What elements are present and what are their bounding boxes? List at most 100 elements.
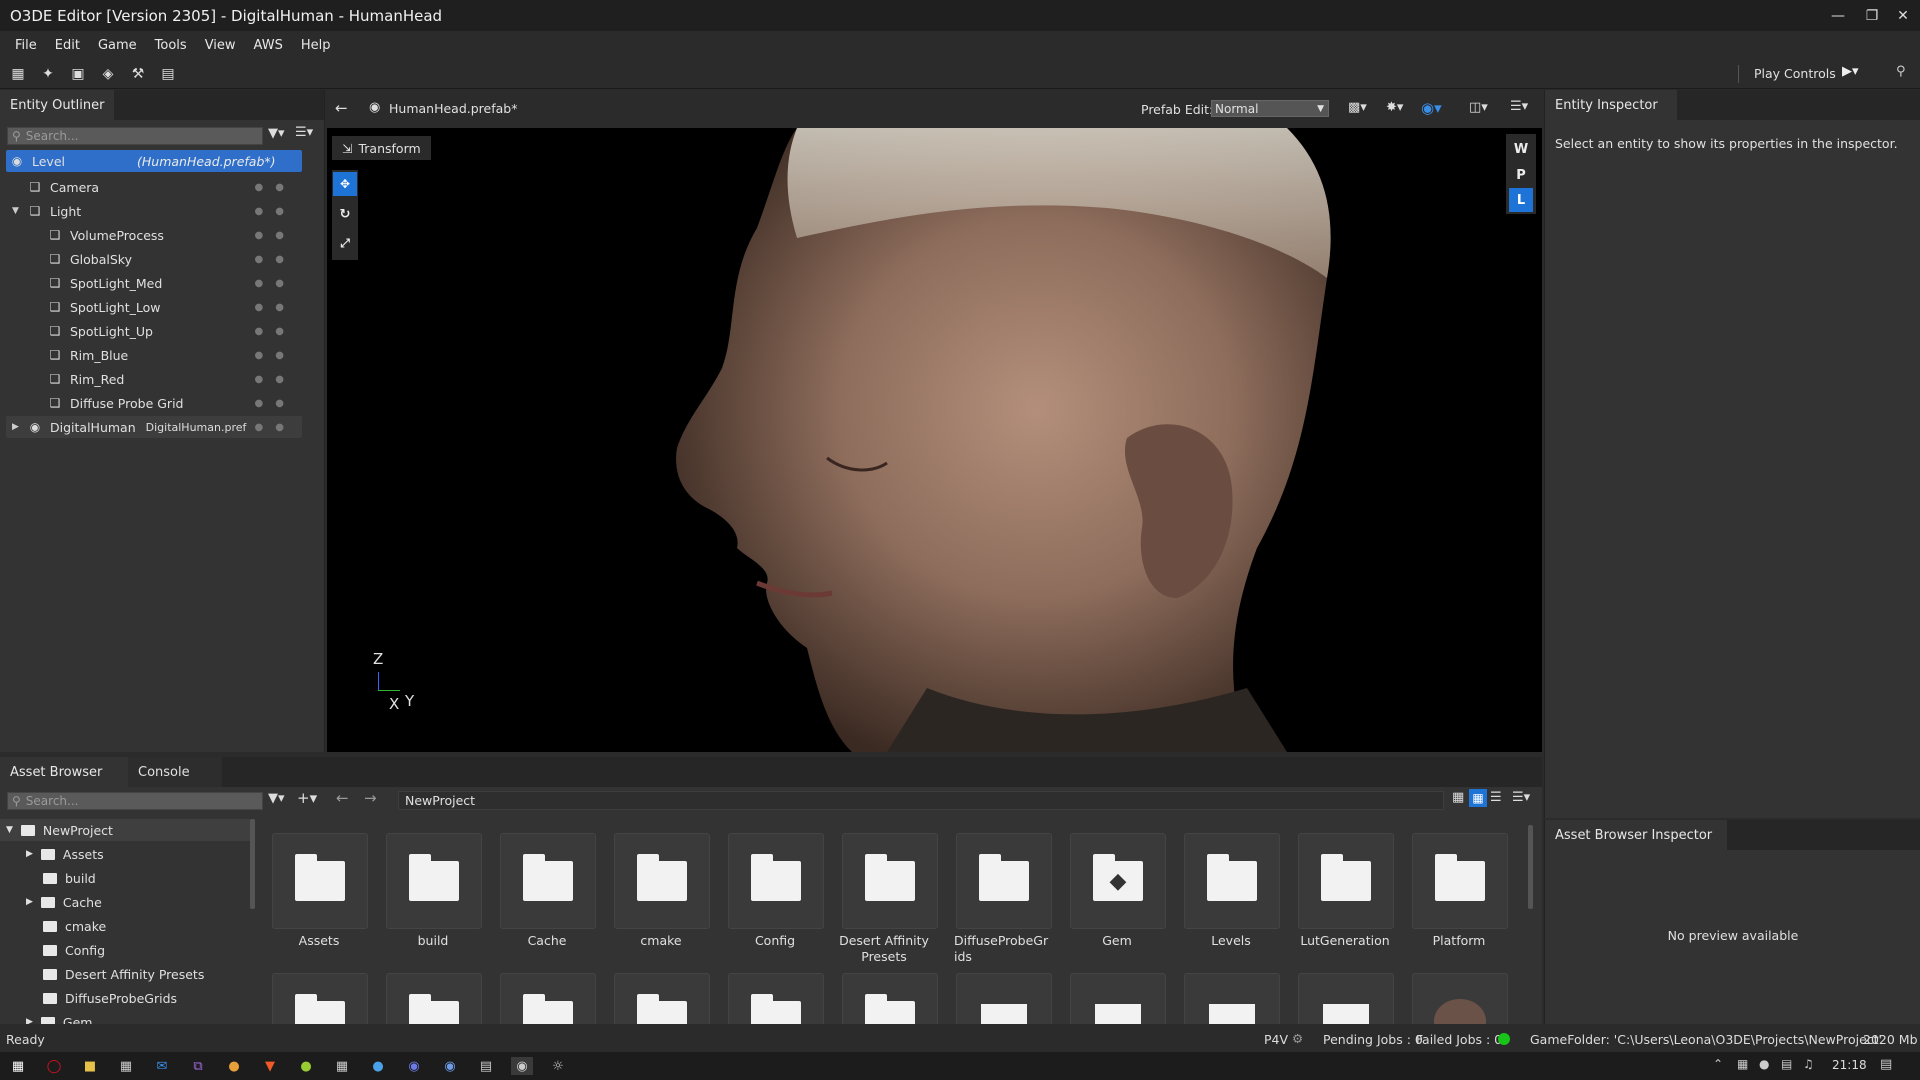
tile-build[interactable] (386, 833, 482, 929)
filter-icon[interactable]: ▼▾ (268, 791, 285, 806)
tile-cmake[interactable] (614, 833, 710, 929)
menu-help[interactable]: Help (292, 38, 340, 53)
visibility-lock-icon[interactable]: ●● (255, 230, 296, 241)
asset-tile[interactable] (272, 973, 368, 1024)
tiles-scrollbar[interactable] (1528, 825, 1533, 909)
close-icon[interactable]: ✕ (1886, 0, 1920, 31)
expand-arrow-icon[interactable]: ▶ (26, 897, 33, 907)
prefab-edit-select[interactable]: Normal ▼ (1211, 100, 1329, 117)
prefab-breadcrumb[interactable]: HumanHead.prefab* (389, 101, 517, 116)
visibility-lock-icon[interactable]: ●● (255, 350, 296, 361)
app-icon[interactable]: ◉ (439, 1057, 461, 1075)
visibility-lock-icon[interactable]: ●● (255, 254, 296, 265)
menu-view[interactable]: View (196, 38, 245, 53)
parent-space-button[interactable]: P (1509, 163, 1533, 187)
brave-icon[interactable]: ▼ (259, 1057, 281, 1075)
play-icon[interactable]: ▶▾ (1842, 64, 1859, 79)
outliner-search-input[interactable]: ⚲ Search... (7, 127, 263, 145)
outliner-row-level[interactable]: ◉ Level (HumanHead.prefab*) (6, 150, 302, 172)
tab-asset-browser-inspector[interactable]: Asset Browser Inspector (1545, 820, 1727, 850)
outliner-row-rim-blue[interactable]: ❑ Rim_Blue ●● (6, 344, 302, 366)
app-icon[interactable]: ● (223, 1057, 245, 1075)
expand-arrow-icon[interactable]: ▼ (12, 206, 19, 216)
tree-item-newproject[interactable]: ▼ NewProject (6, 819, 113, 841)
asset-search-input[interactable]: ⚲ Search... (7, 792, 263, 810)
visibility-lock-icon[interactable]: ●● (255, 422, 296, 433)
asset-tile[interactable] (842, 973, 938, 1024)
steam-icon[interactable]: ● (367, 1057, 389, 1075)
menu-edit[interactable]: Edit (46, 38, 89, 53)
notes-icon[interactable]: ▤ (475, 1057, 497, 1075)
outliner-row-spotlight-up[interactable]: ❑ SpotLight_Up ●● (6, 320, 302, 342)
tree-item-desert-affinity-presets[interactable]: Desert Affinity Presets (43, 963, 204, 985)
outliner-row-light[interactable]: ▼ ❑ Light ●● (6, 200, 302, 222)
visibility-icon[interactable]: ◉▾ (1421, 99, 1442, 117)
app-icon[interactable]: ☼ (547, 1057, 569, 1075)
helpers-icon[interactable]: ✸▾ (1386, 100, 1403, 115)
move-tool-icon[interactable]: ✥ (333, 172, 357, 196)
microphone-icon[interactable]: ● (1759, 1057, 1769, 1071)
tree-view-icon[interactable]: ▦ (1452, 790, 1464, 805)
asset-tile[interactable] (614, 973, 710, 1024)
visibility-lock-icon[interactable]: ●● (255, 182, 296, 193)
asset-tile[interactable] (728, 973, 824, 1024)
tab-entity-inspector[interactable]: Entity Inspector (1545, 90, 1677, 120)
tree-item-config[interactable]: Config (43, 939, 105, 961)
visual-studio-icon[interactable]: ⧉ (187, 1057, 209, 1075)
run-icon[interactable]: ✦ (36, 64, 60, 84)
asset-tile[interactable] (956, 973, 1052, 1024)
asset-tile[interactable] (1184, 973, 1280, 1024)
path-breadcrumb[interactable]: NewProject (398, 791, 1444, 810)
tile-levels[interactable] (1184, 833, 1280, 929)
tab-console[interactable]: Console (128, 757, 222, 787)
browser-menu-icon[interactable]: ☰▾ (1512, 790, 1530, 805)
outliner-row-diffuse-probe-grid[interactable]: ❑ Diffuse Probe Grid ●● (6, 392, 302, 414)
tile-desert-affinity-presets[interactable] (842, 833, 938, 929)
layout-icon[interactable]: ◫▾ (1469, 100, 1488, 115)
asset-tile-thumbnail[interactable] (1412, 973, 1508, 1024)
tile-cache[interactable] (500, 833, 596, 929)
scale-tool-icon[interactable]: ⤢ (333, 231, 357, 255)
p4v-status-icon[interactable]: ⚙ (1292, 1031, 1303, 1046)
outliner-row-camera[interactable]: ❑ Camera ●● (6, 176, 302, 198)
outliner-row-volumeprocess[interactable]: ❑ VolumeProcess ●● (6, 224, 302, 246)
tree-item-cmake[interactable]: cmake (43, 915, 106, 937)
expand-arrow-icon[interactable]: ▼ (6, 825, 13, 835)
o3de-icon[interactable]: ◉ (511, 1057, 533, 1075)
tray-chevron-icon[interactable]: ⌃ (1713, 1057, 1723, 1071)
world-space-button[interactable]: W (1509, 137, 1533, 161)
list-view-icon[interactable]: ☰ (1490, 790, 1502, 805)
grid-view-icon[interactable]: ▦ (1469, 789, 1487, 807)
app-icon[interactable]: ● (295, 1057, 317, 1075)
discord-icon[interactable]: ◉ (403, 1057, 425, 1075)
nav-back-icon[interactable]: ← (336, 789, 349, 807)
expand-arrow-icon[interactable]: ▶ (12, 422, 19, 432)
visibility-lock-icon[interactable]: ●● (255, 326, 296, 337)
clock[interactable]: 21:18 (1832, 1058, 1867, 1072)
asset-tile[interactable] (1070, 973, 1166, 1024)
restore-icon[interactable]: ❐ (1855, 0, 1889, 31)
asset-tile[interactable] (386, 973, 482, 1024)
tools-icon[interactable]: ⚒ (126, 64, 150, 84)
outliner-row-globalsky[interactable]: ❑ GlobalSky ●● (6, 248, 302, 270)
notifications-icon[interactable]: ▤ (1880, 1057, 1892, 1072)
volume-icon[interactable]: ♫ (1803, 1057, 1814, 1071)
local-space-button[interactable]: L (1509, 188, 1533, 212)
back-arrow-icon[interactable]: ← (335, 99, 348, 117)
graph-icon[interactable]: ◈ (96, 64, 120, 84)
camera-icon[interactable]: ▩▾ (1348, 100, 1367, 115)
tile-diffuseprobegrids[interactable] (956, 833, 1052, 929)
outliner-row-rim-red[interactable]: ❑ Rim_Red ●● (6, 368, 302, 390)
app-icon[interactable]: ▦ (331, 1057, 353, 1075)
visibility-lock-icon[interactable]: ●● (255, 206, 296, 217)
tree-item-gem[interactable]: ▶ Gem (26, 1011, 92, 1024)
visibility-lock-icon[interactable]: ●● (255, 278, 296, 289)
transform-mode-button[interactable]: ⇲ Transform (332, 136, 431, 160)
add-icon[interactable]: +▾ (297, 789, 317, 807)
rotate-tool-icon[interactable]: ↻ (333, 202, 357, 226)
material-editor-icon[interactable]: ▤ (156, 64, 180, 84)
tray-app-icon[interactable]: ▦ (1737, 1057, 1748, 1071)
menu-game[interactable]: Game (89, 38, 146, 53)
tree-item-build[interactable]: build (43, 867, 96, 889)
outliner-row-digitalhuman[interactable]: ▶ ◉ DigitalHuman DigitalHuman.pref ●● (6, 416, 302, 438)
